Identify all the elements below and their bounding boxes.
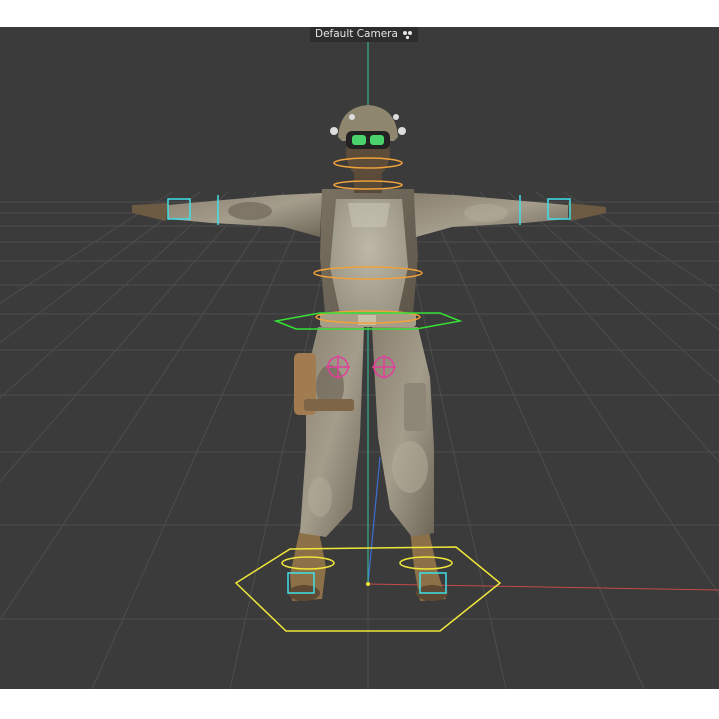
character-model[interactable]	[132, 105, 606, 601]
camera-label-text: Default Camera	[315, 28, 398, 40]
camera-options-icon[interactable]	[401, 30, 413, 40]
viewport-scene	[0, 27, 719, 689]
z-axis-line	[367, 456, 381, 585]
origin-marker	[366, 582, 370, 586]
application-frame: Default Camera	[0, 0, 719, 719]
3d-viewport[interactable]: Default Camera	[0, 27, 719, 689]
camera-label[interactable]: Default Camera	[310, 27, 418, 42]
